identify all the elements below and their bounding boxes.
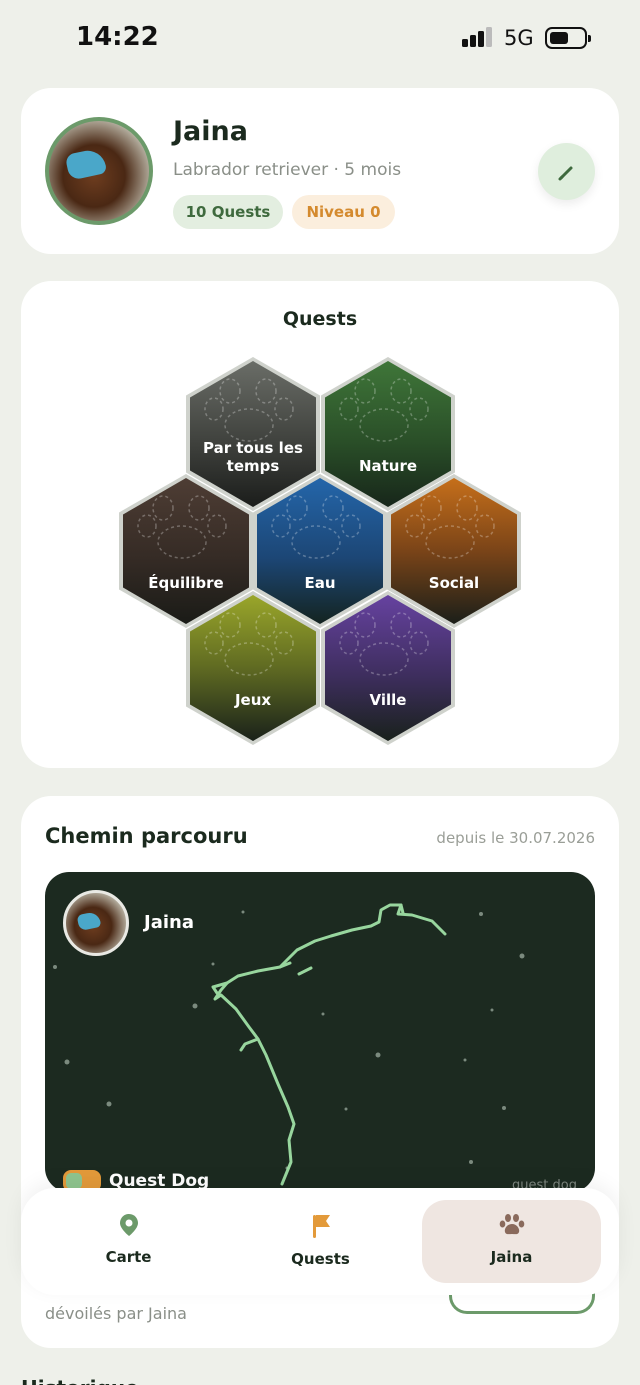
battery-icon — [545, 27, 591, 49]
cellular-signal-icon — [462, 27, 494, 47]
quests-title: Quests — [282, 308, 358, 330]
quests-card: Quests Par tous les temps Nature Équilib… — [21, 281, 619, 768]
paw-icon — [499, 1214, 524, 1235]
quest-category-label: Ville — [369, 691, 407, 709]
quest-category-label: Équilibre — [148, 574, 224, 592]
quest-category-label: Par tous les temps — [203, 439, 303, 475]
tab-jaina[interactable]: Jaina — [422, 1200, 601, 1283]
network-type: 5G — [504, 26, 534, 50]
quest-category-label: Eau — [304, 574, 336, 592]
paw-outline-icon — [137, 495, 227, 559]
walked-path-map[interactable]: Jaina Quest Dog quest dog — [45, 872, 595, 1192]
dog-name: Jaina — [173, 116, 248, 147]
paw-outline-icon — [339, 378, 429, 442]
status-bar: 14:22 5G — [0, 0, 640, 78]
quest-category-label: Social — [428, 574, 480, 592]
map-avatar — [63, 890, 129, 956]
dog-breed-age: Labrador retriever · 5 mois — [173, 160, 402, 180]
history-section-title: Historique — [21, 1376, 139, 1385]
quest-category-label: Nature — [358, 457, 418, 475]
path-since-date: depuis le 30.07.2026 — [436, 829, 595, 847]
level-badge: Niveau 0 — [292, 195, 395, 229]
tab-carte[interactable]: Carte — [39, 1200, 218, 1283]
tab-label: Quests — [291, 1250, 350, 1268]
tab-label: Carte — [105, 1248, 152, 1266]
quest-category-label: Jeux — [234, 691, 272, 709]
tab-label: Jaina — [490, 1248, 533, 1266]
pencil-icon — [558, 166, 572, 180]
bottom-tab-bar: Carte Quests Jaina — [21, 1188, 619, 1295]
avatar — [45, 117, 153, 225]
paw-outline-icon — [204, 378, 294, 442]
status-time: 14:22 — [76, 22, 159, 52]
map-pin-icon — [119, 1214, 138, 1236]
unlocked-description: dévoilés par Jaina — [45, 1304, 187, 1323]
flag-icon — [312, 1215, 330, 1238]
profile-card: Jaina Labrador retriever · 5 mois 10 Que… — [21, 88, 619, 254]
edit-profile-button[interactable] — [538, 143, 595, 200]
quests-count-badge: 10 Quests — [173, 195, 283, 229]
path-title: Chemin parcouru — [45, 824, 248, 848]
map-dog-name: Jaina — [144, 912, 194, 933]
tab-quests[interactable]: Quests — [231, 1200, 410, 1283]
